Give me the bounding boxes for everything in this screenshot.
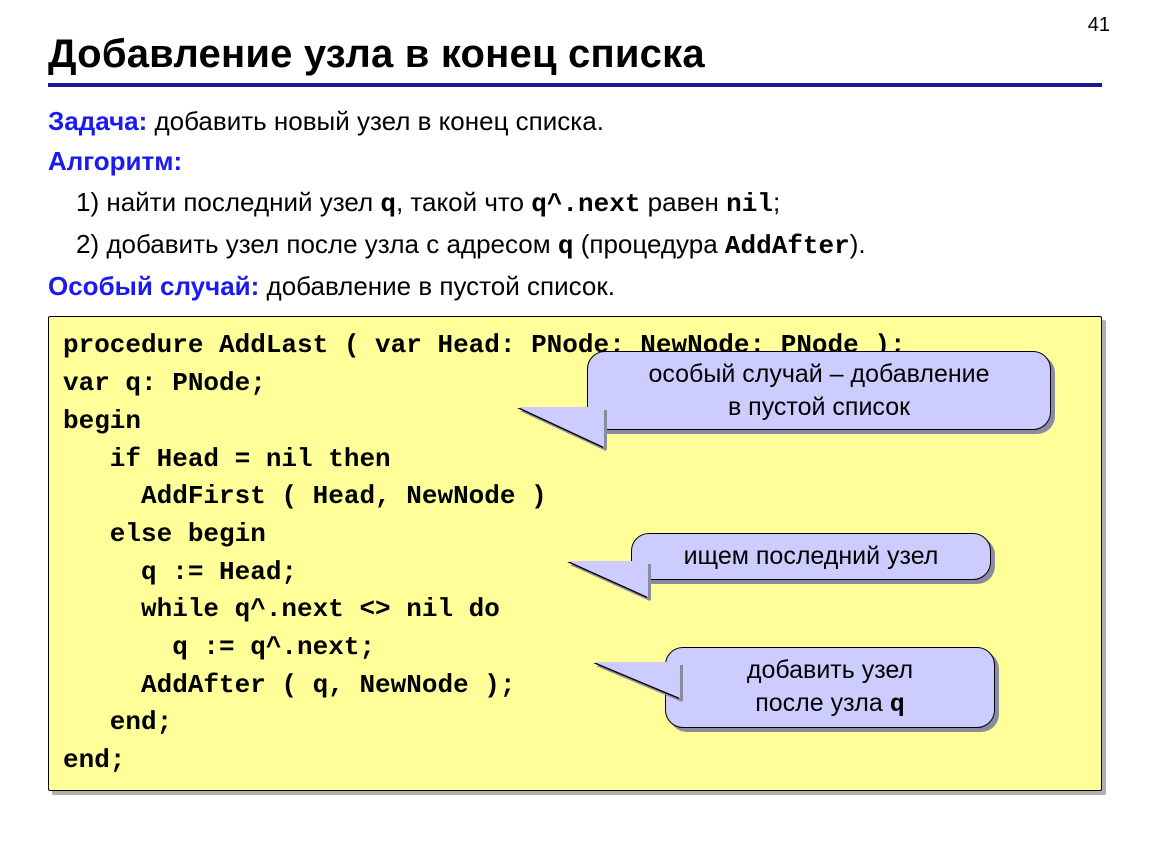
callout-empty-list: особый случай – добавление в пустой спис… xyxy=(587,351,1051,430)
callout3-pre: после узла xyxy=(755,689,890,717)
alg2-text-a: добавить узел после узла с адресом xyxy=(106,229,558,259)
alg2-text-c: ). xyxy=(850,229,866,259)
task-line: Задача: добавить новый узел в конец спис… xyxy=(48,101,1102,141)
callout1-line-b: в пустой список xyxy=(602,391,1036,424)
special-label: Особый случай: xyxy=(48,271,259,301)
callout2-text: ищем последний узел xyxy=(646,540,976,573)
algorithm-list: 1) найти последний узел q, такой что q^.… xyxy=(48,182,1102,267)
code-line-5: AddFirst ( Head, NewNode ) xyxy=(63,478,1087,516)
code-panel: procedure AddLast ( var Head: PNode; New… xyxy=(48,316,1102,790)
algorithm-label: Алгоритм: xyxy=(48,146,182,176)
special-case-line: Особый случай: добавление в пустой списо… xyxy=(48,266,1102,306)
task-label: Задача: xyxy=(48,106,147,136)
algorithm-item-2: 2) добавить узел после узла с адресом q … xyxy=(76,224,1102,266)
callout3-line-b: после узла q xyxy=(680,687,980,722)
alg1-text-a: найти последний узел xyxy=(106,187,380,217)
callout-tail-icon xyxy=(518,407,604,447)
alg1-text-d: ; xyxy=(773,187,780,217)
alg2-proc: AddAfter xyxy=(725,231,850,261)
alg1-qnext: q^.next xyxy=(531,189,640,219)
alg1-text-b: , такой что xyxy=(396,187,531,217)
alg1-q: q xyxy=(380,189,396,219)
slide-title: Добавление узла в конец списка xyxy=(48,32,1102,77)
callout3-q: q xyxy=(890,690,905,719)
alg1-num: 1) xyxy=(76,187,106,217)
callout3-line-a: добавить узел xyxy=(680,654,980,687)
alg2-num: 2) xyxy=(76,229,106,259)
callout-add-after-q: добавить узел после узла q xyxy=(665,647,995,728)
special-text: добавление в пустой список. xyxy=(259,271,615,301)
page-number: 41 xyxy=(1088,14,1110,37)
callout-tail-icon xyxy=(568,561,648,597)
slide-page: 41 Добавление узла в конец списка Задача… xyxy=(0,0,1150,864)
algorithm-item-1: 1) найти последний узел q, такой что q^.… xyxy=(76,182,1102,224)
alg2-text-b: (процедура xyxy=(573,229,724,259)
alg2-q: q xyxy=(558,231,574,261)
callout1-line-a: особый случай – добавление xyxy=(602,358,1036,391)
alg1-nil: nil xyxy=(726,189,773,219)
callout-tail-icon xyxy=(594,662,680,698)
algorithm-label-line: Алгоритм: xyxy=(48,141,1102,181)
code-line-12: end; xyxy=(63,742,1087,780)
alg1-text-c: равен xyxy=(640,187,726,217)
title-rule xyxy=(48,83,1102,87)
task-text: добавить новый узел в конец списка. xyxy=(147,106,604,136)
callout-find-last: ищем последний узел xyxy=(631,533,991,580)
